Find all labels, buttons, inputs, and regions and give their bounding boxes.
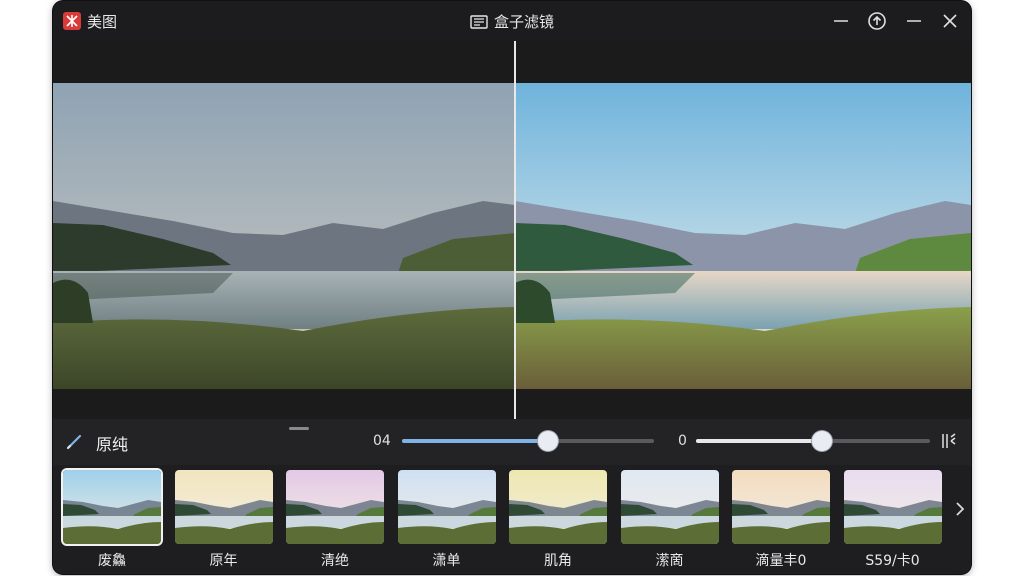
preset-thumbnail[interactable] — [843, 470, 942, 544]
maximize-icon — [907, 20, 921, 22]
preset-thumbnail[interactable] — [174, 470, 273, 544]
intensity-slider-knob[interactable] — [538, 431, 558, 451]
document-icon — [470, 15, 488, 29]
panel-drag-handle[interactable] — [289, 427, 309, 430]
preset-label: 原年 — [209, 553, 238, 569]
filtered-image — [515, 83, 971, 389]
original-image — [53, 83, 515, 389]
preset-label: 潇单 — [432, 553, 461, 569]
canvas-bottom-margin — [53, 389, 971, 419]
preset-label: 潆啇 — [655, 553, 684, 569]
upload-icon — [868, 12, 886, 30]
compare-icon[interactable] — [939, 431, 959, 451]
current-filter-name: 原纯 — [96, 435, 129, 454]
minimize-icon — [834, 20, 848, 22]
preset-strip: 废鱻 原年 清绝 潇单 肌角 潆啇 滴量丰0 S59/卡0 — [53, 465, 971, 574]
adjust-value: 0 — [678, 433, 687, 449]
compare-divider-handle[interactable] — [514, 41, 516, 419]
adjust-slider-fill — [696, 439, 822, 443]
adjust-slider-knob[interactable] — [812, 431, 832, 451]
preset-thumbnail[interactable] — [620, 470, 719, 544]
compare-canvas[interactable] — [53, 83, 971, 389]
brush-icon[interactable] — [65, 431, 85, 451]
upload-button[interactable] — [867, 11, 887, 31]
close-icon — [943, 14, 957, 28]
intensity-slider[interactable] — [402, 431, 654, 451]
preset-label: 废鱻 — [98, 553, 126, 569]
title-bar: 美图 盒子滤镜 — [53, 1, 971, 41]
adjust-slider[interactable] — [696, 431, 930, 451]
preset-thumbnail[interactable] — [509, 470, 607, 544]
adjustment-bar: 原纯 04 0 — [53, 419, 971, 465]
intensity-slider-fill — [402, 439, 548, 443]
chevron-right-icon[interactable] — [951, 497, 969, 521]
preset-thumbnail[interactable] — [732, 470, 830, 544]
preset-label: 清绝 — [321, 553, 349, 569]
window-title-text: 盒子滤镜 — [493, 13, 554, 31]
preset-label: 滴量丰0 — [755, 553, 807, 569]
app-window: 美图 盒子滤镜 原纯 04 0 废鱻 原年 清绝 潇单 肌角 潆啇 滴量丰0 S… — [53, 1, 971, 574]
preset-label: S59/卡0 — [865, 553, 920, 569]
intensity-value: 04 — [373, 433, 391, 449]
minimize-button[interactable] — [831, 11, 851, 31]
preset-label: 肌角 — [544, 553, 572, 569]
maximize-button[interactable] — [904, 11, 924, 31]
preset-thumbnail[interactable] — [63, 470, 161, 544]
preset-thumbnail[interactable] — [286, 470, 384, 544]
preset-thumbnail[interactable] — [397, 470, 496, 544]
close-button[interactable] — [940, 11, 960, 31]
canvas-top-margin — [53, 41, 971, 83]
